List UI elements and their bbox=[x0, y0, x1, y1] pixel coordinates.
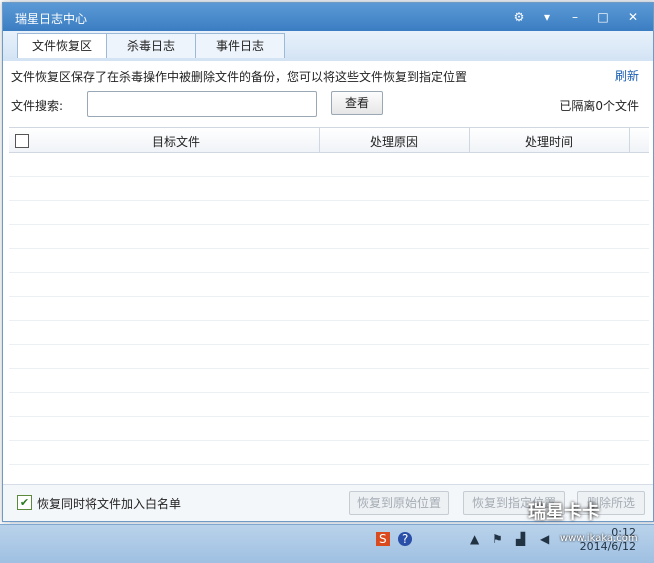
network-icon[interactable]: ▟ bbox=[516, 532, 525, 546]
whitelist-label: 恢复同时将文件加入白名单 bbox=[37, 497, 182, 511]
recovery-table: 目标文件 处理原因 处理时间 bbox=[9, 127, 649, 489]
column-divider bbox=[629, 128, 630, 152]
table-row bbox=[9, 297, 649, 321]
table-row bbox=[9, 369, 649, 393]
info-text: 文件恢复区保存了在杀毒操作中被删除文件的备份，您可以将这些文件恢复到指定位置 bbox=[11, 70, 468, 84]
taskbar bbox=[0, 524, 654, 563]
restore-original-button[interactable]: 恢复到原始位置 bbox=[349, 491, 449, 515]
maximize-icon[interactable]: □ bbox=[591, 8, 615, 26]
search-input[interactable] bbox=[87, 91, 317, 117]
column-target-file[interactable]: 目标文件 bbox=[33, 133, 319, 150]
refresh-link[interactable]: 刷新 bbox=[615, 67, 639, 84]
title-bar: 瑞星日志中心 ⚙ ▾ – □ ✕ bbox=[3, 3, 653, 31]
search-label: 文件搜索: bbox=[11, 99, 64, 113]
table-row bbox=[9, 273, 649, 297]
isolated-count: 已隔离0个文件 bbox=[559, 99, 639, 113]
flag-icon[interactable]: ⚑ bbox=[492, 532, 503, 546]
table-row bbox=[9, 345, 649, 369]
select-all-checkbox[interactable] bbox=[15, 134, 29, 148]
table-row bbox=[9, 249, 649, 273]
whitelist-checkbox[interactable]: ✔ bbox=[17, 495, 32, 510]
table-row bbox=[9, 177, 649, 201]
table-row bbox=[9, 393, 649, 417]
table-row bbox=[9, 441, 649, 465]
volume-icon[interactable]: ◀ bbox=[540, 532, 549, 546]
watermark-logo: 瑞星卡卡 bbox=[528, 502, 600, 523]
table-row bbox=[9, 225, 649, 249]
tab-antivirus-log[interactable]: 杀毒日志 bbox=[106, 33, 196, 58]
tab-label: 杀毒日志 bbox=[126, 39, 175, 53]
table-row bbox=[9, 201, 649, 225]
log-center-window: 瑞星日志中心 ⚙ ▾ – □ ✕ 文件恢复区 杀毒日志 事件日志 文件恢复区保存… bbox=[2, 2, 654, 522]
gear-icon[interactable]: ⚙ bbox=[507, 8, 531, 26]
watermark-url: www.ikaka.com bbox=[560, 533, 638, 544]
view-button[interactable]: 查看 bbox=[331, 91, 383, 115]
table-body bbox=[9, 153, 649, 489]
table-row bbox=[9, 321, 649, 345]
window-title: 瑞星日志中心 bbox=[15, 12, 88, 26]
minimize-icon[interactable]: – bbox=[563, 8, 587, 26]
tab-event-log[interactable]: 事件日志 bbox=[195, 33, 285, 58]
table-header: 目标文件 处理原因 处理时间 bbox=[9, 128, 649, 153]
tab-label: 文件恢复区 bbox=[31, 39, 92, 53]
column-reason[interactable]: 处理原因 bbox=[320, 133, 468, 150]
input-method-icon[interactable]: S bbox=[376, 532, 390, 546]
close-icon[interactable]: ✕ bbox=[621, 8, 645, 26]
dropdown-icon[interactable]: ▾ bbox=[535, 8, 559, 26]
show-hidden-icons-icon[interactable]: ▲ bbox=[470, 532, 479, 546]
table-row bbox=[9, 417, 649, 441]
tab-bar: 文件恢复区 杀毒日志 事件日志 bbox=[3, 31, 653, 61]
table-row bbox=[9, 153, 649, 177]
tab-file-recovery[interactable]: 文件恢复区 bbox=[17, 33, 107, 58]
column-time[interactable]: 处理时间 bbox=[470, 133, 628, 150]
tab-label: 事件日志 bbox=[215, 39, 264, 53]
